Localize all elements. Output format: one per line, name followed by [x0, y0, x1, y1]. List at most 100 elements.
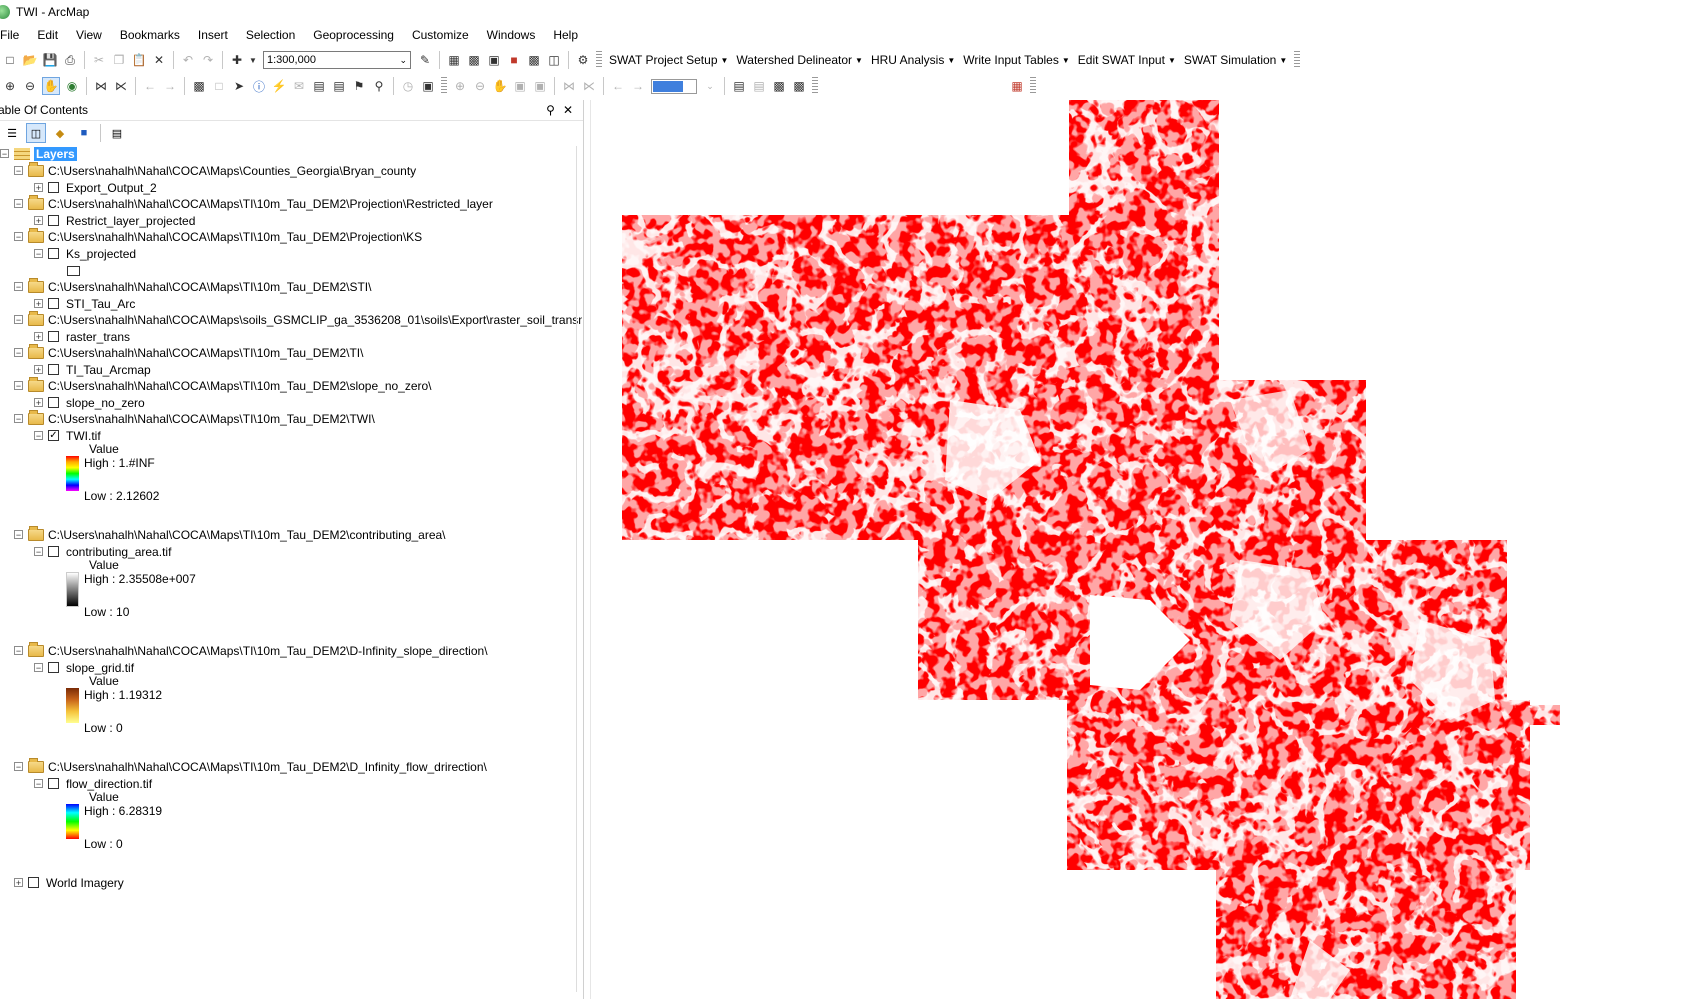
map-display[interactable]	[590, 100, 1704, 999]
expand-icon[interactable]: +	[14, 878, 23, 888]
new-document-icon[interactable]: □	[2, 52, 18, 68]
basemap-row[interactable]: + World Imagery	[14, 874, 124, 891]
layout-zoom-in-icon[interactable]: ⊕	[452, 78, 468, 94]
undo-icon[interactable]: ↶	[180, 52, 196, 68]
spatial-analyst-icon[interactable]: ▦	[1009, 78, 1025, 94]
toggle-draft-icon[interactable]: ▤	[731, 78, 747, 94]
layout-fixed-zoom-out-icon[interactable]: ⋉	[581, 78, 597, 94]
create-viewer-icon[interactable]: ▣	[420, 78, 436, 94]
forward-extent-icon[interactable]: →	[162, 78, 178, 94]
layer-checkbox[interactable]	[48, 662, 59, 673]
collapse-icon[interactable]: −	[14, 232, 23, 242]
time-slider-icon[interactable]: ◷	[400, 78, 416, 94]
fixed-zoom-in-icon[interactable]: ⋈	[93, 78, 109, 94]
menu-help[interactable]: Help	[544, 24, 587, 46]
watershed-delineator-menu[interactable]: Watershed Delineator ▼	[732, 53, 867, 67]
toolbar-grip[interactable]	[1294, 51, 1301, 69]
menu-windows[interactable]: Windows	[478, 24, 545, 46]
menu-bookmarks[interactable]: Bookmarks	[111, 24, 189, 46]
html-popup-icon[interactable]: ✉	[291, 78, 307, 94]
model-builder-icon[interactable]: ◫	[546, 52, 562, 68]
layers-root[interactable]: − Layers	[0, 146, 77, 162]
expand-icon[interactable]: +	[34, 183, 43, 193]
zoom-100-icon[interactable]: ▣	[532, 78, 548, 94]
group-row[interactable]: − C:\Users\nahalh\Nahal\COCA\Maps\TI\10m…	[14, 227, 422, 245]
add-data-icon[interactable]: ✚	[229, 52, 245, 68]
back-extent-icon[interactable]: ←	[142, 78, 158, 94]
arctoolbox-icon[interactable]: ■	[506, 52, 522, 68]
toolbar-grip[interactable]	[596, 51, 602, 69]
search-window-icon[interactable]: ▣	[486, 52, 502, 68]
catalog-icon[interactable]: ▩	[466, 52, 482, 68]
group-row[interactable]: − C:\Users\nahalh\Nahal\COCA\Maps\TI\10m…	[14, 409, 375, 427]
copy-icon[interactable]: ❐	[111, 52, 127, 68]
layout-back-icon[interactable]: ←	[610, 78, 626, 94]
data-driven-pages-icon[interactable]: ▩	[791, 78, 807, 94]
layer-checkbox[interactable]	[48, 546, 59, 557]
menu-customize[interactable]: Customize	[403, 24, 478, 46]
change-layout-icon[interactable]: ▩	[771, 78, 787, 94]
layer-row[interactable]: + slope_no_zero	[34, 394, 145, 411]
group-row[interactable]: − C:\Users\nahalh\Nahal\COCA\Maps\Counti…	[14, 161, 416, 179]
table-of-contents-icon[interactable]: ▦	[446, 52, 462, 68]
find-route-icon[interactable]: ⚑	[351, 78, 367, 94]
collapse-icon[interactable]: −	[34, 547, 43, 557]
toolbar-grip[interactable]	[441, 77, 447, 95]
layers-root-label[interactable]: Layers	[34, 146, 77, 161]
swat-project-setup-menu[interactable]: SWAT Project Setup ▼	[605, 53, 732, 67]
hyperlink-icon[interactable]: ⚡	[271, 78, 287, 94]
layer-checkbox[interactable]	[48, 778, 59, 789]
focus-frame-icon[interactable]: ▤	[751, 78, 767, 94]
menu-selection[interactable]: Selection	[237, 24, 304, 46]
layer-checkbox[interactable]	[48, 215, 59, 226]
collapse-icon[interactable]: −	[14, 381, 23, 391]
clear-selection-icon[interactable]: □	[211, 78, 227, 94]
find-icon[interactable]: ▤	[331, 78, 347, 94]
group-row[interactable]: − C:\Users\nahalh\Nahal\COCA\Maps\soils_…	[14, 310, 582, 328]
group-row[interactable]: − C:\Users\nahalh\Nahal\COCA\Maps\TI\10m…	[14, 641, 488, 659]
layer-row[interactable]: − Ks_projected	[34, 245, 136, 262]
zoom-out-icon[interactable]: ⊖	[22, 78, 38, 94]
group-row[interactable]: − C:\Users\nahalh\Nahal\COCA\Maps\TI\10m…	[14, 343, 363, 361]
pin-icon[interactable]: ⚲	[546, 103, 555, 117]
collapse-icon[interactable]: −	[14, 199, 23, 209]
menu-file[interactable]: File	[0, 24, 28, 46]
collapse-icon[interactable]: −	[0, 149, 9, 159]
zoom-whole-page-icon[interactable]: ▣	[512, 78, 528, 94]
write-input-tables-menu[interactable]: Write Input Tables ▼	[959, 53, 1074, 67]
hru-analysis-menu[interactable]: HRU Analysis ▼	[867, 53, 959, 67]
collapse-icon[interactable]: −	[14, 762, 23, 772]
layer-checkbox-checked[interactable]: ✓	[48, 430, 59, 441]
collapse-icon[interactable]: −	[14, 282, 23, 292]
map-scale-dropdown[interactable]: 1:300,000 ⌄	[263, 51, 411, 69]
toc-scrollbar[interactable]	[576, 146, 583, 992]
toolbar-grip[interactable]	[812, 77, 818, 95]
close-icon[interactable]: ✕	[563, 103, 573, 117]
expand-icon[interactable]: +	[34, 299, 43, 309]
group-row[interactable]: − C:\Users\nahalh\Nahal\COCA\Maps\TI\10m…	[14, 376, 432, 394]
collapse-icon[interactable]: −	[34, 779, 43, 789]
select-elements-icon[interactable]: ➤	[231, 78, 247, 94]
collapse-icon[interactable]: −	[14, 414, 23, 424]
swat-project-icon[interactable]: ⚙	[575, 52, 591, 68]
toolbar-grip[interactable]	[1030, 77, 1036, 95]
group-row[interactable]: − C:\Users\nahalh\Nahal\COCA\Maps\TI\10m…	[14, 194, 493, 212]
layer-checkbox[interactable]	[48, 364, 59, 375]
list-by-source-icon[interactable]: ◫	[26, 123, 46, 143]
chevron-down-icon[interactable]: ▼	[249, 52, 257, 68]
layer-checkbox[interactable]	[28, 877, 39, 888]
layout-pan-icon[interactable]: ✋	[492, 78, 508, 94]
delete-icon[interactable]: ✕	[151, 52, 167, 68]
collapse-icon[interactable]: −	[14, 646, 23, 656]
menu-geoprocessing[interactable]: Geoprocessing	[304, 24, 403, 46]
group-row[interactable]: − C:\Users\nahalh\Nahal\COCA\Maps\TI\10m…	[14, 757, 487, 775]
swat-simulation-menu[interactable]: SWAT Simulation ▼	[1180, 53, 1291, 67]
toc-options-icon[interactable]: ▤	[107, 123, 127, 143]
layout-zoom-slider[interactable]	[651, 78, 697, 94]
layer-checkbox[interactable]	[48, 331, 59, 342]
go-to-xy-icon[interactable]: ⚲	[371, 78, 387, 94]
editor-toolbar-icon[interactable]: ✎	[417, 52, 433, 68]
pan-icon[interactable]: ✋	[42, 77, 60, 95]
collapse-icon[interactable]: −	[14, 530, 23, 540]
save-icon[interactable]: 💾	[42, 52, 58, 68]
